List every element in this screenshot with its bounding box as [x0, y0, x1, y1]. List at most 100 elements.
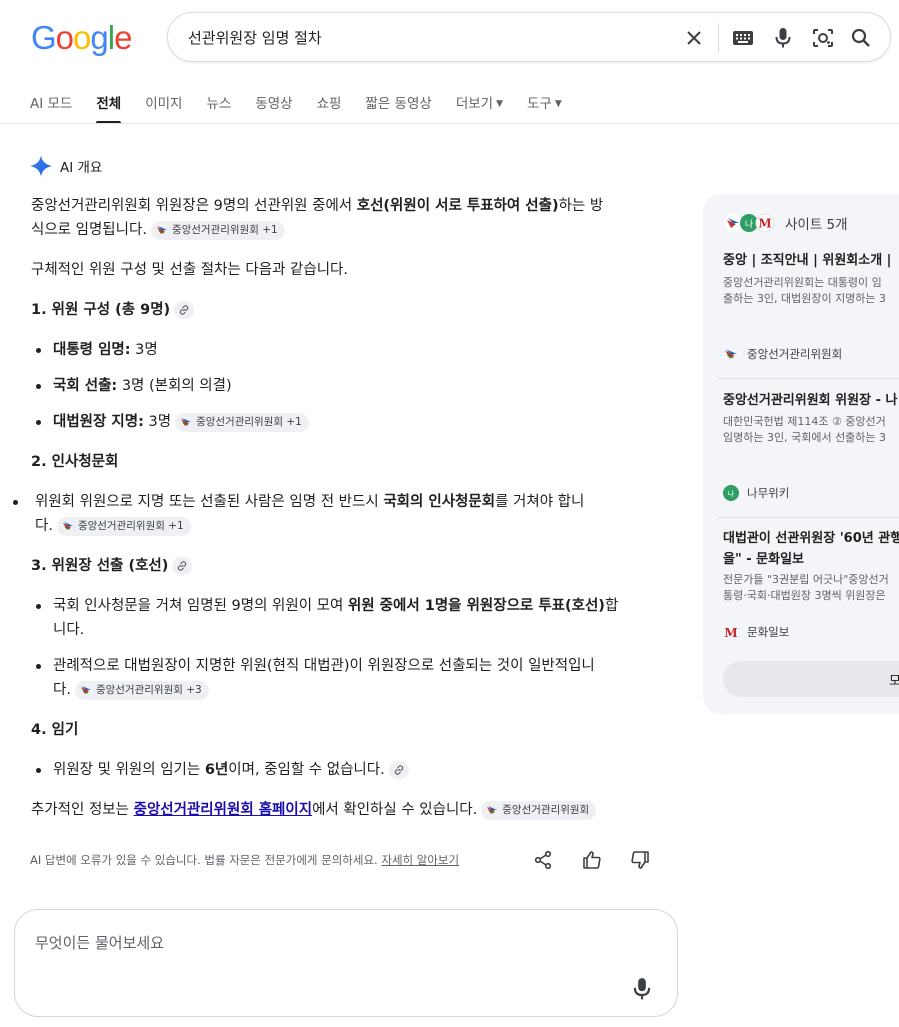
item-text: 3명: [130, 342, 158, 358]
svg-text:M: M: [724, 626, 737, 639]
source-chip[interactable]: 중앙선거관리위원회: [481, 800, 597, 820]
tab-label: 뉴스: [206, 96, 232, 112]
ai-disclaimer: AI 답변에 오류가 있을 수 있습니다. 법률 자문은 전문가에게 문의하세요…: [30, 852, 459, 868]
link-chip[interactable]: [172, 557, 193, 575]
item-bold: 위원 중에서 1명을 위원장으로 투표(호선): [347, 598, 605, 614]
source-chip[interactable]: 중앙선거관리위원회 +1: [150, 220, 285, 240]
sources-count: 사이트 5개: [785, 217, 848, 233]
show-all-button[interactable]: 모: [723, 661, 899, 697]
source-chip[interactable]: 중앙선거관리위원회 +3: [74, 680, 209, 700]
share-icon[interactable]: [533, 850, 555, 872]
ask-input-box[interactable]: 무엇이든 물어보세요: [14, 909, 678, 1017]
item-text: 이며, 중임할 수 없습니다.: [228, 762, 385, 778]
tab-videos[interactable]: 동영상: [255, 92, 292, 124]
search-box[interactable]: 선관위원장 임명 절차: [167, 12, 891, 62]
item-text: 다.: [53, 682, 71, 698]
source-chip[interactable]: 중앙선거관리위원회 +1: [56, 516, 191, 536]
source-site[interactable]: 나 나무위키: [723, 485, 789, 501]
intro-paragraph: 중앙선거관리위원회 위원장은 9명의 선관위원 중에서 호선(위원이 서로 투표…: [31, 194, 671, 242]
divider: [718, 517, 899, 518]
tab-label: 전체: [96, 96, 122, 112]
source-name: 나무위키: [747, 486, 790, 500]
nec-logo-icon: [156, 226, 167, 234]
section-heading: 2. 인사청문회: [31, 454, 119, 470]
link-chip[interactable]: [174, 301, 195, 319]
lead-paragraph: 구체적인 위원 구성 및 선출 절차는 다음과 같습니다.: [31, 262, 349, 278]
source-site[interactable]: M 문화일보: [723, 624, 789, 640]
ask-input[interactable]: 무엇이든 물어보세요: [35, 932, 164, 953]
munhwa-ilbo-icon: M: [723, 624, 739, 640]
item-bold: 대법원장 지명:: [53, 414, 144, 430]
item-bold: 국회 선출:: [53, 378, 118, 394]
lens-camera-icon[interactable]: [811, 26, 835, 50]
nec-logo-icon: [80, 686, 91, 694]
learn-more-link[interactable]: 자세히 알아보기: [381, 853, 459, 867]
tab-label: 쇼핑: [316, 96, 342, 112]
caret-down-icon: ▼: [496, 99, 504, 109]
item-bold: 국회의 인사청문회: [383, 494, 496, 510]
tab-label: 동영상: [255, 96, 293, 112]
chip-label: 중앙선거관리위원회 +1: [77, 519, 184, 532]
section-title: 1. 위원 구성 (총 9명): [31, 302, 171, 318]
logo-letter: e: [114, 19, 132, 56]
tab-label: 이미지: [145, 96, 183, 112]
microphone-icon[interactable]: [632, 977, 652, 1005]
thumbs-down-icon[interactable]: [630, 850, 652, 872]
more-info-paragraph: 추가적인 정보는 중앙선거관리위원회 홈페이지에서 확인하실 수 있습니다. 중앙…: [31, 798, 597, 822]
caret-down-icon: ▼: [554, 99, 562, 109]
link-icon: [178, 561, 187, 571]
more-text: 에서 확인하실 수 있습니다.: [312, 802, 478, 818]
link-chip[interactable]: [388, 761, 409, 779]
list-item: 국회 선출: 3명 (본회의 의결): [36, 374, 232, 398]
intro-bold: 호선(위원이 서로 투표하여 선출): [356, 198, 559, 214]
tab-tools[interactable]: 도구 ▼: [527, 92, 562, 124]
thumbs-up-icon[interactable]: [582, 850, 604, 872]
tab-label: 짧은 동영상: [365, 96, 432, 112]
source-favicons-icon: 나 M: [724, 213, 775, 233]
tab-short-videos[interactable]: 짧은 동영상: [365, 92, 431, 124]
source-snippet: 대한민국헌법 제114조 ② 중앙선거: [723, 415, 886, 428]
logo-letter: o: [55, 19, 74, 56]
tab-shopping[interactable]: 쇼핑: [317, 92, 342, 124]
search-input[interactable]: 선관위원장 임명 절차: [188, 27, 322, 48]
divider: [718, 23, 719, 53]
tab-news[interactable]: 뉴스: [206, 92, 231, 124]
disclaimer-text: AI 답변에 오류가 있을 수 있습니다. 법률 자문은 전문가에게 문의하세요…: [30, 853, 378, 867]
svg-text:나: 나: [745, 219, 753, 230]
section-heading: 1. 위원 구성 (총 9명): [31, 298, 195, 322]
source-title[interactable]: 중앙선거관리위원회 위원장 - 나: [723, 390, 897, 411]
item-bold: 6년: [204, 762, 229, 778]
section-heading: 4. 임기: [31, 722, 79, 738]
source-chip[interactable]: 중앙선거관리위원회 +1: [175, 412, 309, 432]
tab-all[interactable]: 전체: [96, 92, 121, 124]
tab-images[interactable]: 이미지: [145, 92, 182, 124]
keyboard-icon[interactable]: [731, 26, 755, 50]
sources-header[interactable]: 나 M 사이트 5개: [723, 213, 848, 233]
source-title[interactable]: 중앙 | 조직안내 | 위원회소개 |: [723, 250, 891, 271]
sparkle-icon: [30, 155, 52, 177]
list-item: 국회 인사청문을 거쳐 임명된 9명의 위원이 모여 위원 중에서 1명을 위원…: [36, 594, 668, 642]
chip-label: 중앙선거관리위원회: [502, 803, 590, 816]
nec-homepage-link[interactable]: 중앙선거관리위원회 홈페이지: [134, 802, 312, 818]
list-item: 관례적으로 대법원장이 지명한 위원(현직 대법관)이 위원장으로 선출되는 것…: [36, 654, 668, 702]
source-title[interactable]: 을" - 문화일보: [723, 549, 804, 570]
item-text: 관례적으로 대법원장이 지명한 위원(현직 대법관)이 위원장으로 선출되는 것…: [53, 658, 595, 674]
search-icon[interactable]: [849, 26, 873, 50]
clear-icon[interactable]: [682, 26, 706, 50]
microphone-icon[interactable]: [771, 26, 795, 50]
google-logo[interactable]: Google: [31, 19, 132, 57]
ai-overview-title: AI 개요: [60, 160, 103, 176]
tab-more[interactable]: 더보기 ▼: [456, 92, 503, 124]
chip-label: 중앙선거관리위원회 +1: [196, 415, 302, 428]
search-tabs: AI 모드 전체 이미지 뉴스 동영상 쇼핑 짧은 동영상 더보기 ▼ 도구 ▼: [30, 92, 586, 124]
source-snippet: 출하는 3인, 대법원장이 지명하는 3: [723, 292, 887, 305]
ai-overview-header: AI 개요: [30, 155, 102, 177]
list-item: 위원장 및 위원의 임기는 6년이며, 중임할 수 없습니다.: [36, 758, 409, 782]
nec-logo-icon: [62, 522, 73, 530]
chip-label: 중앙선거관리위원회 +3: [95, 683, 202, 696]
item-text: 를 거쳐야 합니: [495, 494, 585, 510]
source-site[interactable]: 중앙선거관리위원회: [723, 346, 842, 362]
tab-ai-mode[interactable]: AI 모드: [30, 92, 72, 124]
intro-text: 식으로 임명됩니다.: [31, 222, 147, 238]
source-title[interactable]: 대법관이 선관위원장 '60년 관행: [723, 528, 899, 549]
